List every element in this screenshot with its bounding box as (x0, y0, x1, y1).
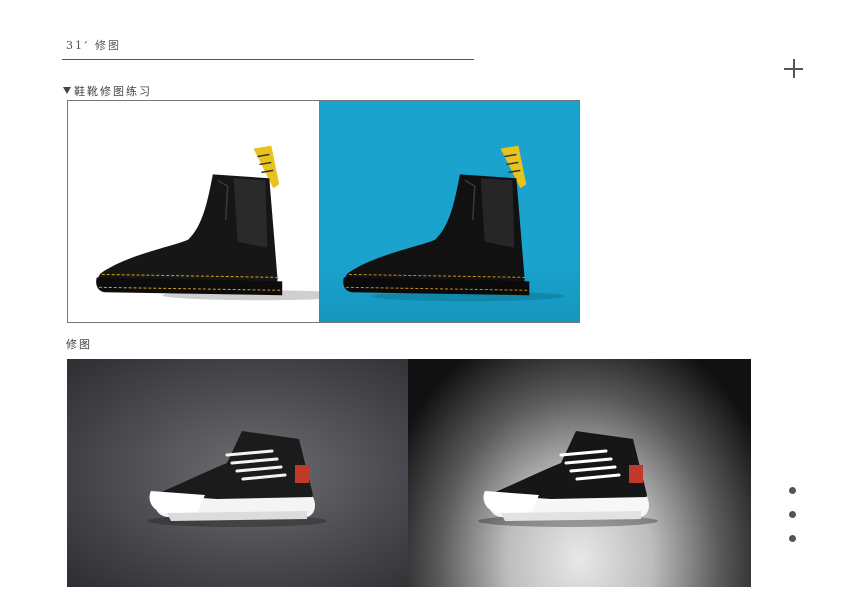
page-title: 31’ 修图 (66, 39, 121, 52)
pager-dot-2[interactable] (789, 511, 796, 518)
sneaker-comparison (67, 359, 751, 587)
chelsea-boot-edited-image (343, 145, 565, 302)
plus-icon[interactable] (784, 59, 803, 78)
boot-before-image (68, 101, 319, 322)
pager-dot-1[interactable] (789, 487, 796, 494)
pager-dot-3[interactable] (789, 535, 796, 542)
boot-after-image (319, 101, 579, 322)
sneaker-edited-image (478, 431, 658, 527)
section-heading-boots-label: 鞋靴修图练习 (74, 85, 152, 98)
section-heading-sneakers: 修图 (66, 338, 92, 351)
page-indicator (789, 487, 797, 559)
boot-comparison (67, 100, 580, 323)
triangle-down-icon (63, 87, 71, 94)
sneaker-image (147, 431, 327, 527)
title-divider (62, 59, 474, 60)
section-heading-boots: 鞋靴修图练习 (63, 83, 152, 99)
sneaker-before-image (67, 359, 408, 587)
chelsea-boot-image (96, 145, 319, 301)
sneaker-after-image (408, 359, 751, 587)
